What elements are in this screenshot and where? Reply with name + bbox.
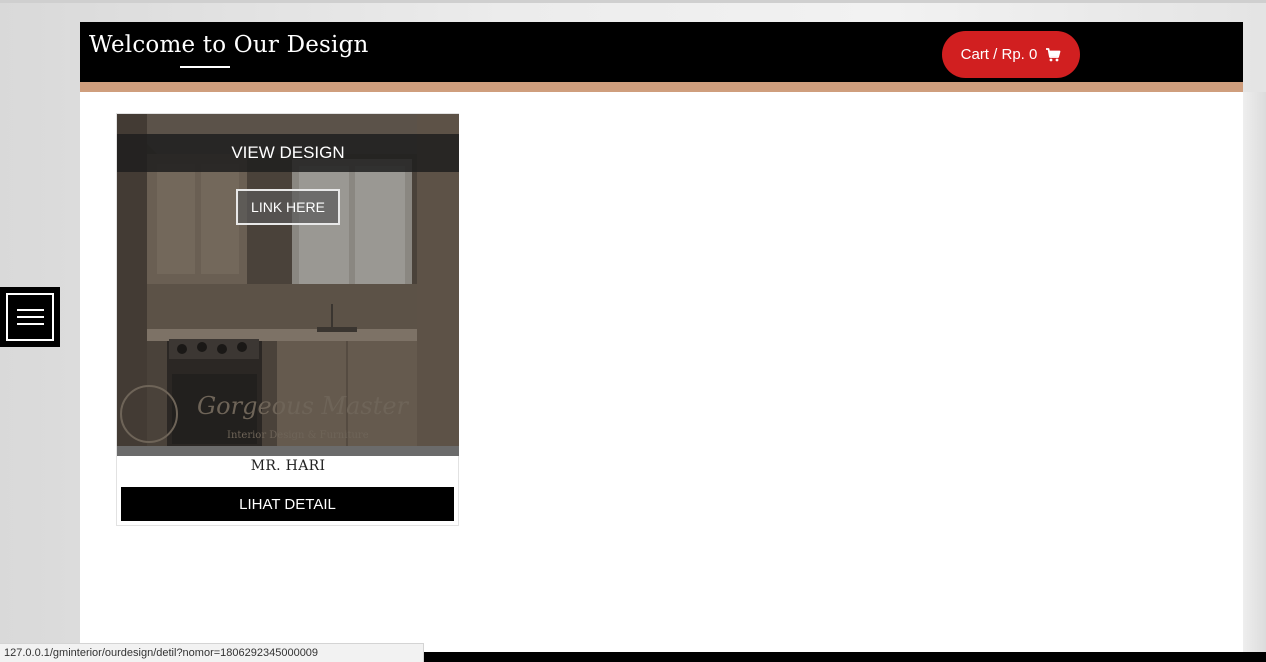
footer-strip bbox=[424, 652, 1266, 662]
design-card: Gorgeous Master Interior Design & Furnit… bbox=[116, 113, 459, 526]
svg-text:Gorgeous Master: Gorgeous Master bbox=[197, 392, 410, 420]
svg-text:Interior Design & Furniture: Interior Design & Furniture bbox=[227, 430, 369, 441]
design-card-name: MR. HARI bbox=[250, 458, 326, 474]
hamburger-line bbox=[17, 323, 44, 325]
browser-status-url: 127.0.0.1/gminterior/ourdesign/detil?nom… bbox=[0, 643, 424, 662]
site-header: Welcome to Our Design Cart / Rp. 0 bbox=[80, 22, 1243, 82]
hamburger-line bbox=[17, 316, 44, 318]
site-title: Welcome to Our Design bbox=[89, 32, 369, 58]
link-here-button[interactable]: LINK HERE bbox=[236, 189, 340, 225]
shopping-cart-icon bbox=[1045, 47, 1061, 63]
view-design-label: VIEW DESIGN bbox=[117, 134, 459, 172]
page-scroll-shadow bbox=[1243, 92, 1266, 652]
cart-label: Cart / Rp. 0 bbox=[960, 46, 1038, 63]
page-container: Welcome to Our Design Cart / Rp. 0 Gorge… bbox=[80, 22, 1243, 652]
design-card-image[interactable]: Gorgeous Master Interior Design & Furnit… bbox=[117, 114, 459, 456]
title-underline bbox=[180, 66, 230, 68]
cart-button[interactable]: Cart / Rp. 0 bbox=[942, 31, 1080, 78]
hamburger-menu-icon bbox=[6, 293, 54, 341]
header-accent-bar bbox=[80, 82, 1243, 92]
hamburger-line bbox=[17, 309, 44, 311]
window-top-edge bbox=[0, 0, 1266, 3]
lihat-detail-button[interactable]: LIHAT DETAIL bbox=[121, 487, 454, 521]
hamburger-menu-button[interactable] bbox=[0, 287, 60, 347]
